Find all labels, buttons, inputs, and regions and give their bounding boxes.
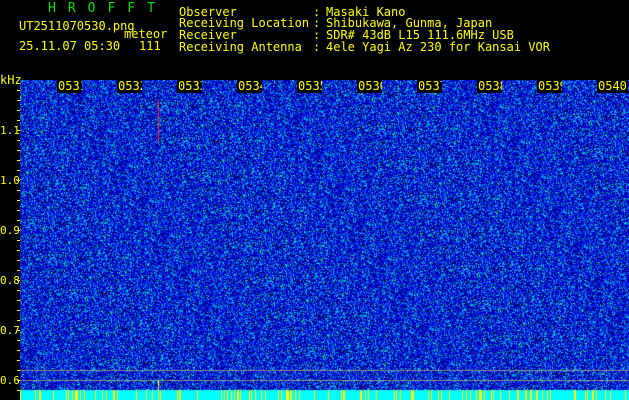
y-tick-mark xyxy=(17,340,20,341)
y-tick-label: 1.0 xyxy=(0,174,20,187)
y-tick-mark xyxy=(17,220,20,221)
y-tick-mark xyxy=(17,240,20,241)
x-tick-label: 0533 xyxy=(177,80,202,93)
x-tick-label: 0538 xyxy=(477,80,502,93)
x-tick-label: 0534 xyxy=(237,80,262,93)
y-tick-mark xyxy=(17,170,20,171)
file-name: UT2511070530.png xyxy=(19,19,135,33)
y-tick-mark xyxy=(17,310,20,311)
y-tick-mark xyxy=(17,320,20,321)
y-tick-mark xyxy=(17,180,20,181)
y-tick-label: 0.7 xyxy=(0,324,20,337)
y-tick-mark xyxy=(17,140,20,141)
x-tick-label: 0532 xyxy=(117,80,142,93)
y-tick-mark xyxy=(17,270,20,271)
y-tick-mark xyxy=(17,260,20,261)
y-tick-label: 0.6 xyxy=(0,374,20,387)
x-tick-label: 0540 xyxy=(597,80,628,93)
info-value: 4ele Yagi Az 230 for Kansai VOR xyxy=(326,40,550,54)
y-tick-mark xyxy=(17,290,20,291)
x-tick-label: 0539 xyxy=(537,80,562,93)
separator: : xyxy=(313,40,321,54)
x-tick-label: 0536 xyxy=(357,80,382,93)
y-tick-mark xyxy=(17,380,20,381)
y-tick-mark xyxy=(17,280,20,281)
y-tick-mark xyxy=(17,110,20,111)
y-tick-mark xyxy=(17,210,20,211)
y-tick-mark xyxy=(17,160,20,161)
count: 111 xyxy=(139,39,161,53)
y-tick-mark xyxy=(17,200,20,201)
y-tick-mark xyxy=(17,300,20,301)
y-tick-label: 0.8 xyxy=(0,274,20,287)
y-tick-mark xyxy=(17,350,20,351)
y-tick-mark xyxy=(17,120,20,121)
y-tick-mark xyxy=(17,230,20,231)
y-tick-mark xyxy=(17,150,20,151)
y-tick-mark xyxy=(17,390,20,391)
x-tick-label: 0537 xyxy=(417,80,442,93)
app-title: HROFFT xyxy=(48,1,167,16)
y-tick-mark xyxy=(17,190,20,191)
y-tick-mark xyxy=(17,90,20,91)
y-tick-mark xyxy=(17,100,20,101)
y-tick-mark xyxy=(17,360,20,361)
x-tick-label: 0531 xyxy=(57,80,82,93)
spectrogram xyxy=(20,80,629,400)
x-tick-label: 0535 xyxy=(297,80,322,93)
y-tick-mark xyxy=(17,370,20,371)
y-tick-mark xyxy=(17,250,20,251)
datetime: 25.11.07 05:30 xyxy=(19,39,121,53)
y-tick-mark xyxy=(17,330,20,331)
y-tick-label: 1.1 xyxy=(0,124,20,137)
unit-label: kHz xyxy=(0,73,22,87)
y-tick-label: 0.9 xyxy=(0,224,20,237)
y-tick-mark xyxy=(17,130,20,131)
info-label: Receiving Antenna xyxy=(179,40,302,54)
